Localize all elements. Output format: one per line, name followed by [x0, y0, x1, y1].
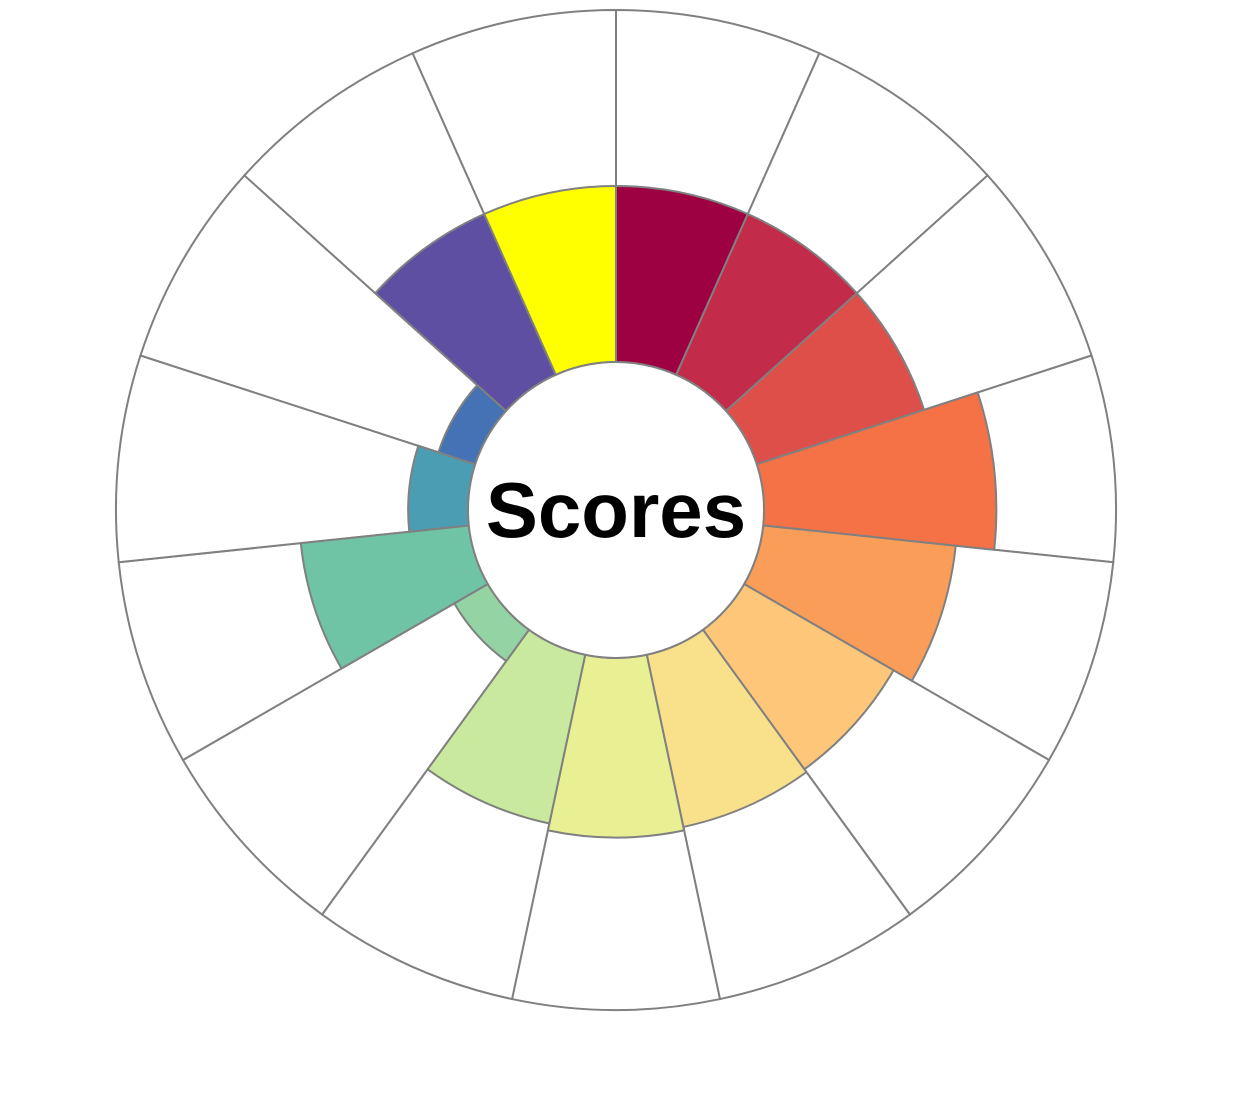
chart-title: Scores: [486, 466, 746, 554]
chart-canvas: Scores: [115, 8, 1117, 1012]
radial-bar-chart: Scores: [0, 0, 1242, 1110]
